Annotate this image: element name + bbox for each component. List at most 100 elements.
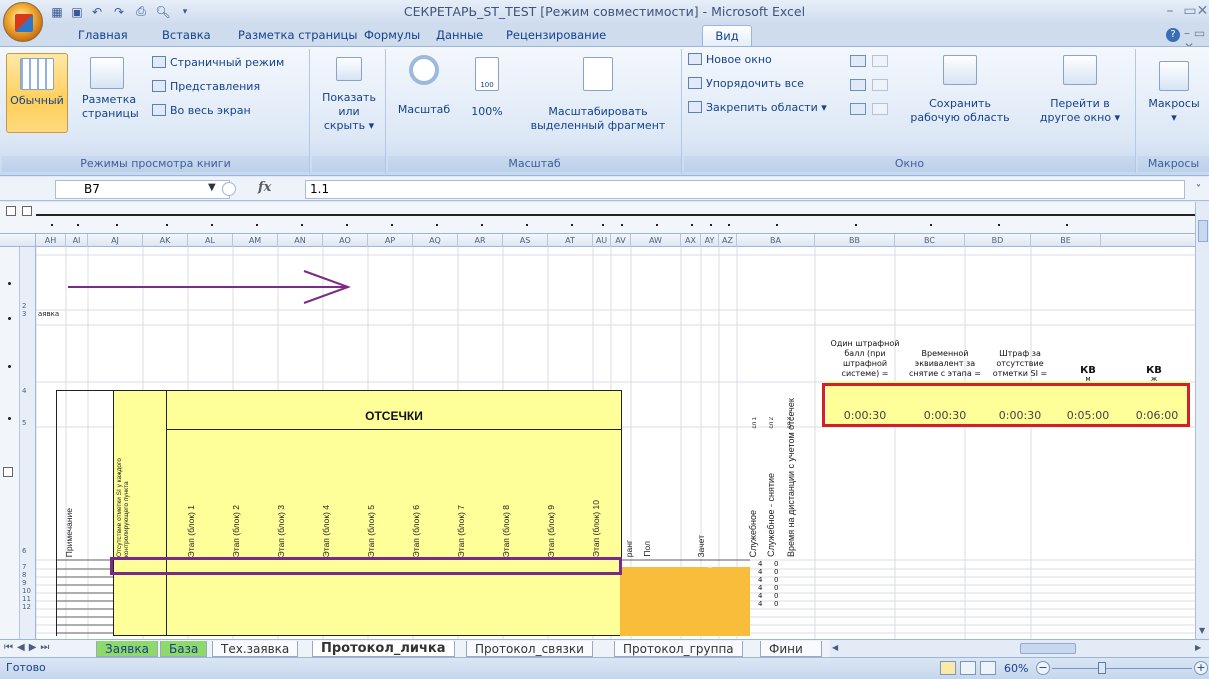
zoom-slider-track[interactable] — [1052, 668, 1192, 669]
row-header[interactable]: 3 — [20, 310, 36, 318]
row-header[interactable]: 11 — [20, 595, 36, 603]
sl1-cell[interactable]: 4 — [758, 568, 762, 576]
help-icon[interactable]: ? — [1166, 28, 1180, 42]
outline-collapse-icon[interactable] — [3, 467, 13, 477]
column-header[interactable]: AW — [631, 234, 681, 247]
column-header[interactable]: AY — [701, 234, 719, 247]
row-header[interactable]: 12 — [20, 603, 36, 611]
column-header[interactable]: AM — [233, 234, 278, 247]
arrange-all-button[interactable]: Упорядочить все — [688, 75, 804, 93]
tab-review[interactable]: Рецензирование — [500, 25, 612, 46]
tab-insert[interactable]: Вставка — [156, 25, 217, 46]
zoom-button[interactable]: Масштаб — [390, 53, 458, 133]
sheet-tab-baza[interactable]: База — [160, 641, 208, 657]
tab-view[interactable]: Вид — [702, 25, 752, 46]
column-header[interactable]: AU — [593, 234, 611, 247]
column-header[interactable]: BA — [737, 234, 815, 247]
sl1-cell[interactable]: 4 — [758, 584, 762, 592]
sl2-cell[interactable]: 0 — [774, 560, 778, 568]
row7-pol[interactable]: М — [648, 560, 654, 568]
tab-home[interactable]: Главная — [72, 25, 134, 46]
vertical-scrollbar[interactable]: ▼ — [1195, 202, 1209, 639]
normal-view-status-icon[interactable] — [940, 661, 956, 675]
row-header[interactable]: 8 — [20, 571, 36, 579]
sheet-tab-protokol-lichka[interactable]: Протокол_личка — [312, 641, 455, 657]
worksheet-grid[interactable]: аявка ОТСЕЧКИ сл 1 сл 2 сл 3 Один штрафн… — [36, 247, 1195, 639]
column-header[interactable]: AS — [503, 234, 548, 247]
sheet-tab-zayavka[interactable]: Заявка — [96, 641, 158, 657]
hide-window-icon[interactable] — [850, 79, 866, 91]
zoom-100-button[interactable]: 100 100% — [462, 53, 512, 133]
save-workspace-button[interactable]: Сохранить рабочую область — [898, 53, 1022, 133]
sheet-tab-protokol-gruppa[interactable]: Протокол_группа — [614, 641, 743, 657]
office-button[interactable] — [3, 2, 43, 42]
column-header[interactable]: AX — [681, 234, 701, 247]
zoom-slider-thumb[interactable] — [1098, 662, 1106, 674]
reset-position-icon[interactable] — [872, 103, 888, 115]
column-header[interactable]: AQ — [413, 234, 458, 247]
name-box[interactable]: B7 — [55, 180, 230, 199]
row-header[interactable]: 5 — [20, 419, 36, 427]
column-header[interactable]: AL — [188, 234, 233, 247]
column-header[interactable]: AK — [143, 234, 188, 247]
column-header[interactable]: AI — [66, 234, 88, 247]
minimize-icon[interactable]: – — [1160, 3, 1180, 19]
zoom-selection-button[interactable]: Масштабировать выделенный фрагмент — [518, 53, 678, 133]
split-icon[interactable] — [850, 55, 866, 67]
column-header[interactable]: BE — [1031, 234, 1101, 247]
column-header[interactable]: AZ — [719, 234, 737, 247]
row-header[interactable]: 7 — [20, 563, 36, 571]
sl1-cell[interactable]: 4 — [758, 560, 762, 568]
column-header[interactable]: BC — [895, 234, 965, 247]
row-header[interactable]: 4 — [20, 387, 36, 395]
unhide-window-icon[interactable] — [850, 103, 866, 115]
column-header[interactable]: AO — [323, 234, 368, 247]
sl2-cell[interactable]: 0 — [774, 576, 778, 584]
sl2-cell[interactable]: 0 — [774, 568, 778, 576]
outline-level-2-icon[interactable] — [22, 206, 32, 216]
column-header[interactable]: AN — [278, 234, 323, 247]
column-header[interactable]: BD — [965, 234, 1031, 247]
formula-input[interactable]: 1.1 — [305, 180, 1185, 199]
close-icon[interactable]: ✕ — [1196, 3, 1209, 19]
name-box-dropdown-icon[interactable]: ▼ — [208, 182, 216, 193]
tab-page-layout[interactable]: Разметка страницы — [232, 25, 363, 46]
column-header[interactable]: AT — [548, 234, 593, 247]
sheet-tab-protokol-svyazki[interactable]: Протокол_связки — [466, 641, 593, 657]
sheet-tab-tech-zayavka[interactable]: Тех.заявка — [212, 641, 299, 657]
column-header[interactable]: AV — [611, 234, 631, 247]
page-layout-status-icon[interactable] — [960, 661, 976, 675]
sheet-nav-icons[interactable]: ⏮◀▶⏭ — [4, 642, 53, 653]
horizontal-scroll-thumb[interactable] — [1020, 643, 1076, 654]
page-break-status-icon[interactable] — [980, 661, 996, 675]
sheet-tab-fini[interactable]: Фини — [760, 641, 822, 657]
row7-rang[interactable]: 10,0 — [622, 560, 638, 568]
scroll-left-icon[interactable]: ◀ — [832, 643, 838, 652]
freeze-panes-button[interactable]: Закрепить области ▾ — [688, 99, 827, 117]
sl2-cell[interactable]: 0 — [774, 600, 778, 608]
row-header[interactable]: 6 — [20, 547, 36, 555]
row-header[interactable]: 10 — [20, 587, 36, 595]
column-header[interactable]: AJ — [88, 234, 143, 247]
insert-function-icon[interactable]: fx — [258, 180, 271, 195]
macros-button[interactable]: Макросы ▾ — [1140, 53, 1208, 133]
column-header[interactable]: BB — [815, 234, 895, 247]
row7-zachet[interactable]: М/Ж_3 — [692, 560, 716, 568]
column-header[interactable]: AP — [368, 234, 413, 247]
page-break-button[interactable]: Страничный режим — [152, 54, 284, 72]
sync-scroll-icon[interactable] — [872, 79, 888, 91]
vertical-scroll-thumb[interactable] — [1198, 220, 1208, 242]
select-all-corner[interactable] — [0, 234, 36, 247]
sl2-cell[interactable]: 0 — [774, 592, 778, 600]
switch-windows-button[interactable]: Перейти в другое окно ▾ — [1026, 53, 1134, 133]
scroll-right-icon[interactable]: ▶ — [1195, 643, 1201, 652]
column-header[interactable]: AH — [36, 234, 66, 247]
tab-data[interactable]: Данные — [430, 25, 489, 46]
zoom-level[interactable]: 60% — [1004, 662, 1028, 675]
tab-formulas[interactable]: Формулы — [358, 25, 426, 46]
formula-expand-icon[interactable]: ˅ — [1196, 184, 1201, 195]
normal-view-button[interactable]: Обычный — [6, 53, 68, 133]
custom-views-button[interactable]: Представления — [152, 78, 260, 96]
sl2-cell[interactable]: 0 — [774, 584, 778, 592]
column-header[interactable]: AR — [458, 234, 503, 247]
